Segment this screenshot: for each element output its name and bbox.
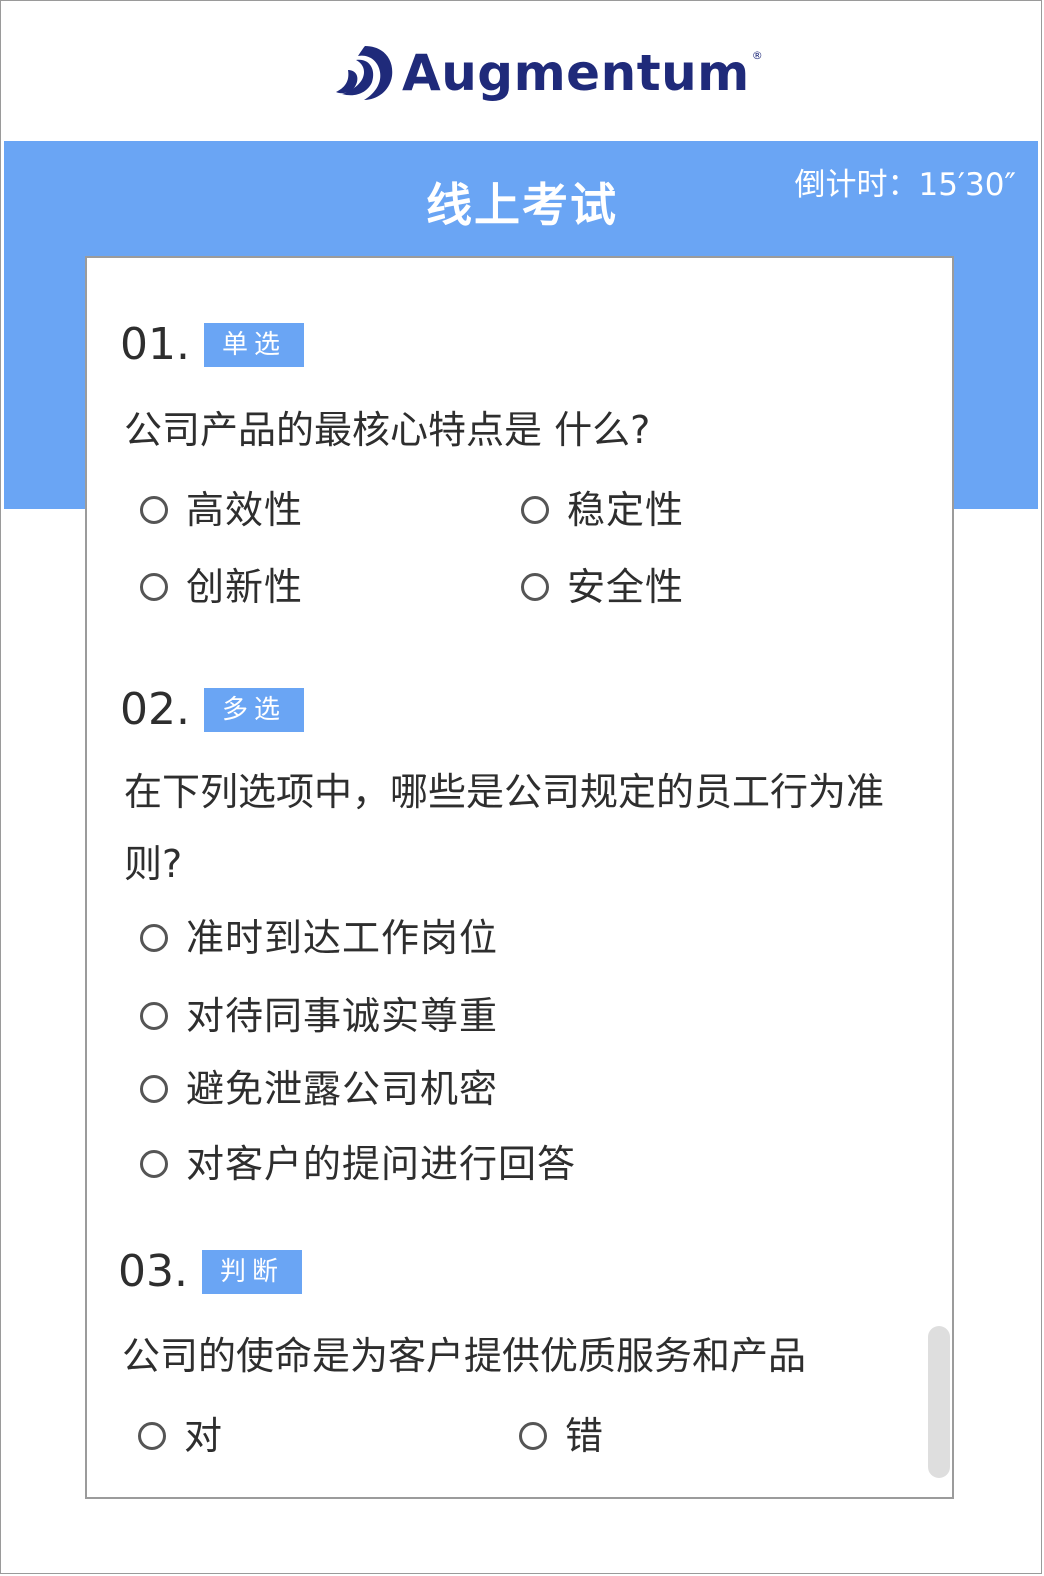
- scrollbar-thumb[interactable]: [928, 1326, 950, 1478]
- question-2-header: 02. 多选: [120, 685, 304, 735]
- question-type-badge: 判断: [201, 1250, 302, 1294]
- question-1-text: 公司产品的最核心特点是 什么?: [124, 408, 651, 452]
- augmentum-swirl-icon: [336, 46, 393, 100]
- question-number: 01.: [120, 319, 190, 370]
- question-1-option-4[interactable]: 安全性: [521, 563, 684, 611]
- question-3-option-true[interactable]: 对: [138, 1412, 223, 1460]
- question-1-option-1[interactable]: 高效性: [140, 486, 303, 534]
- radio-icon[interactable]: [140, 1002, 168, 1030]
- option-label: 错: [565, 1414, 605, 1458]
- option-label: 安全性: [567, 565, 685, 609]
- question-type-badge: 单选: [203, 323, 304, 367]
- registered-mark: ®: [751, 48, 763, 62]
- question-number: 03.: [118, 1246, 188, 1297]
- countdown-timer: 倒计时：15′30″: [794, 167, 1016, 203]
- radio-icon[interactable]: [140, 573, 168, 601]
- question-1-option-2[interactable]: 稳定性: [521, 486, 684, 534]
- question-2-option-3[interactable]: 避免泄露公司机密: [140, 1065, 498, 1113]
- radio-icon[interactable]: [521, 573, 549, 601]
- question-type-badge: 多选: [203, 688, 304, 732]
- option-label: 稳定性: [567, 488, 685, 532]
- brand-name: Augmentum: [402, 44, 750, 102]
- radio-icon[interactable]: [140, 1150, 168, 1178]
- radio-icon[interactable]: [140, 1075, 168, 1103]
- question-2-option-2[interactable]: 对待同事诚实尊重: [140, 992, 498, 1040]
- option-label: 高效性: [186, 488, 304, 532]
- option-label: 对: [184, 1414, 224, 1458]
- radio-icon[interactable]: [521, 496, 549, 524]
- question-number: 02.: [120, 684, 190, 735]
- question-1-option-3[interactable]: 创新性: [140, 563, 303, 611]
- option-label: 对客户的提问进行回答: [186, 1142, 577, 1186]
- radio-icon[interactable]: [140, 924, 168, 952]
- radio-icon[interactable]: [519, 1422, 547, 1450]
- option-label: 准时到达工作岗位: [186, 916, 499, 960]
- option-label: 创新性: [186, 565, 304, 609]
- question-3-header: 03. 判断: [118, 1247, 302, 1297]
- question-3-text: 公司的使命是为客户提供优质服务和产品: [122, 1334, 807, 1378]
- question-1-header: 01. 单选: [120, 320, 304, 370]
- radio-icon[interactable]: [138, 1422, 166, 1450]
- radio-icon[interactable]: [140, 496, 168, 524]
- option-label: 对待同事诚实尊重: [186, 994, 499, 1038]
- question-2-option-1[interactable]: 准时到达工作岗位: [140, 914, 498, 962]
- question-2-option-4[interactable]: 对客户的提问进行回答: [140, 1140, 576, 1188]
- question-3-option-false[interactable]: 错: [519, 1412, 604, 1460]
- option-label: 避免泄露公司机密: [186, 1067, 499, 1111]
- brand-logo: Augmentum ®: [334, 40, 763, 106]
- question-2-text: 在下列选项中，哪些是公司规定的员工行为准则?: [124, 770, 885, 886]
